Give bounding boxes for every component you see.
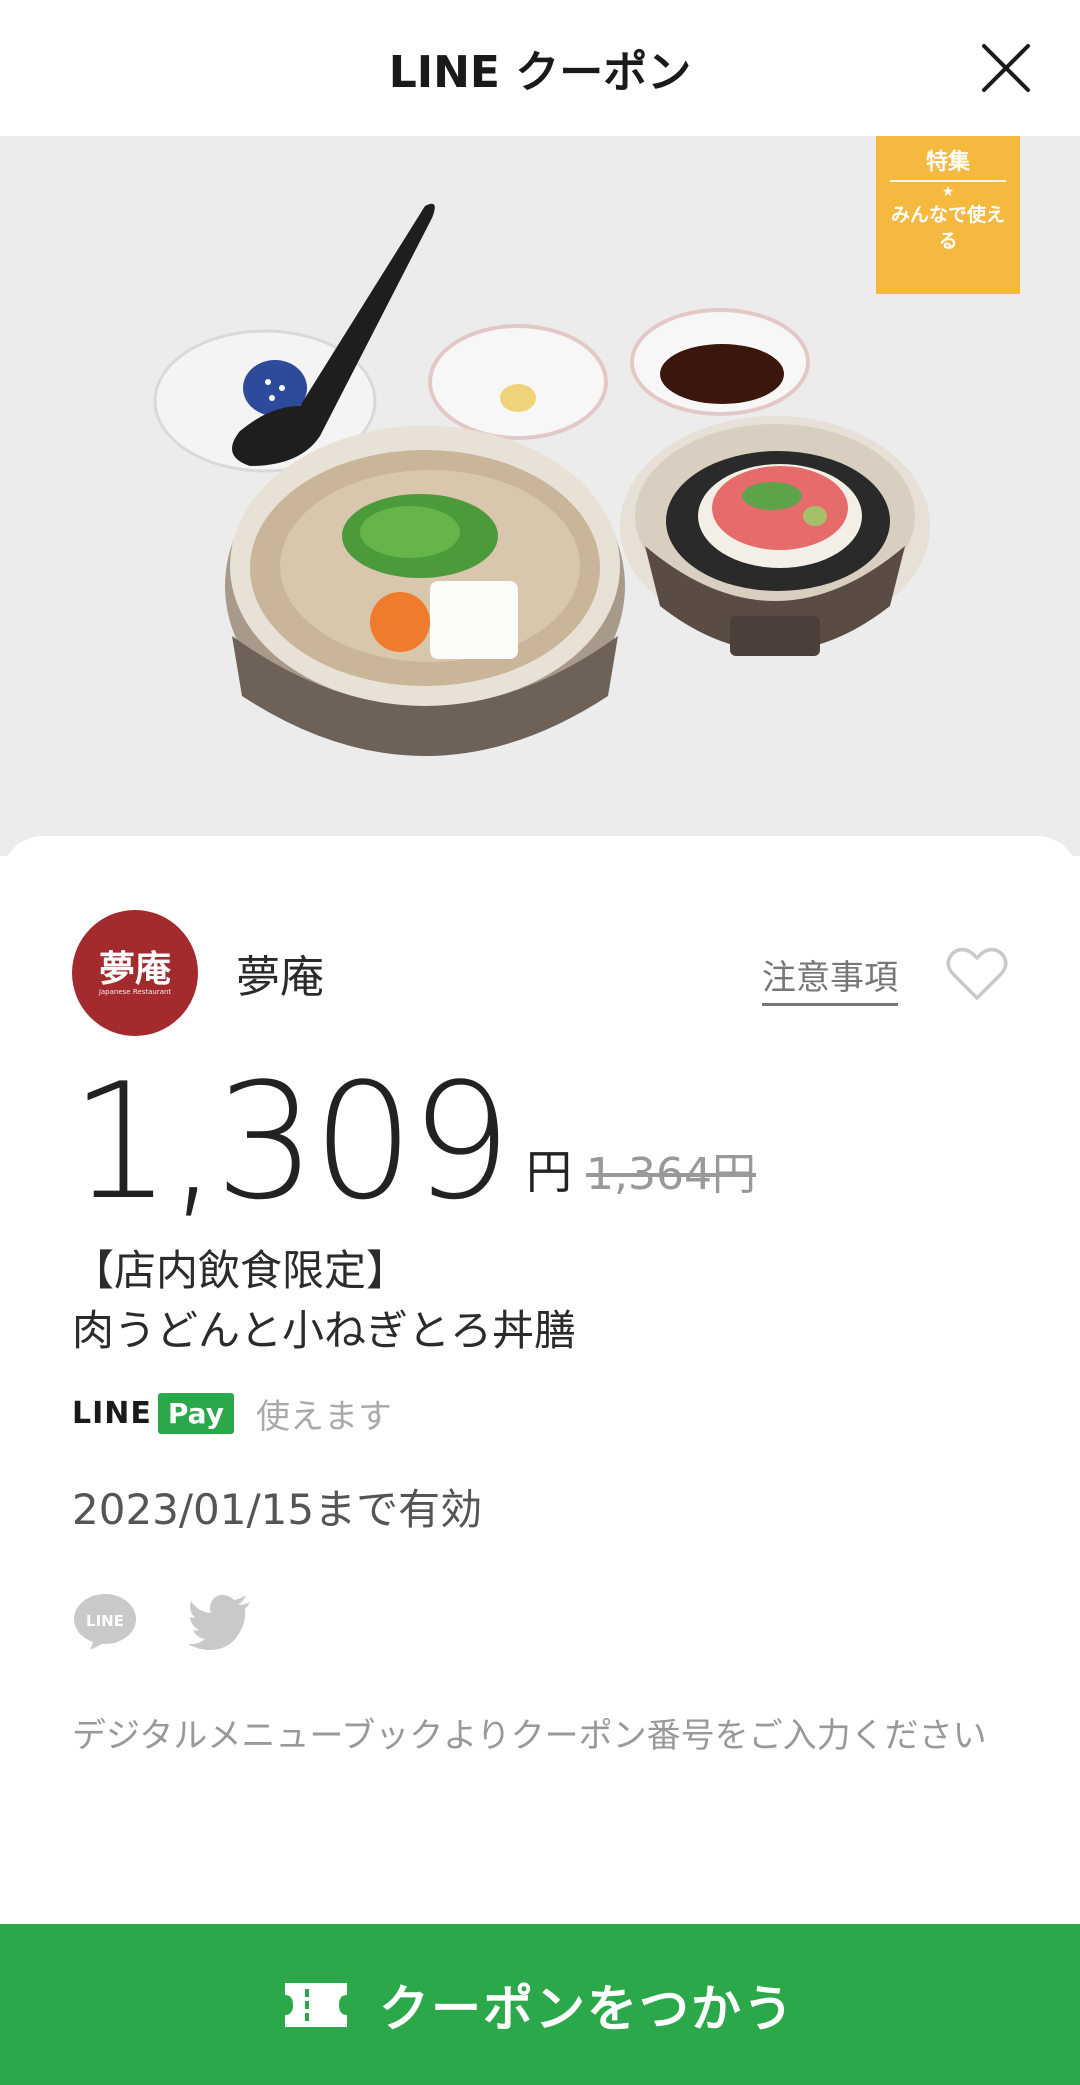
- close-icon[interactable]: [976, 38, 1036, 98]
- badge-line1: 特集: [925, 150, 970, 175]
- price-unit: 円: [526, 1145, 573, 1199]
- original-price: 1,364円: [586, 1149, 757, 1200]
- header-title: LINE クーポン: [388, 47, 692, 98]
- line-pay-logo-text: LINE: [72, 1395, 152, 1431]
- line-share-label: LINE: [86, 1612, 124, 1630]
- validity-date: 2023/01/15まで有効: [72, 1485, 483, 1534]
- badge-line2: みんなで使える: [890, 204, 1005, 252]
- twitter-share-icon[interactable]: [188, 1592, 254, 1652]
- line-pay-status: 使えます: [255, 1396, 392, 1437]
- heart-icon[interactable]: [946, 946, 1008, 1002]
- ticket-icon: [285, 1982, 347, 2027]
- coupon-card: 夢庵 Japanese Restaurant 夢庵 注意事項 1,309 円 1…: [0, 836, 1080, 2085]
- use-coupon-button[interactable]: クーポンをつかう: [0, 1924, 1080, 2085]
- price-row: 1,309 円 1,364円: [70, 1048, 757, 1235]
- badge-star: ★: [890, 180, 1006, 200]
- store-logo: 夢庵 Japanese Restaurant: [72, 910, 198, 1036]
- store-name: 夢庵: [236, 952, 324, 1003]
- instruction-text: デジタルメニューブックよりクーポン番号をご入力ください: [72, 1716, 987, 1756]
- store-logo-text: 夢庵: [98, 948, 171, 990]
- line-share-icon[interactable]: LINE: [72, 1592, 138, 1652]
- notes-link[interactable]: 注意事項: [762, 950, 898, 1006]
- use-coupon-label: クーポンをつかう: [379, 1979, 795, 2038]
- line-pay-badge: Pay: [157, 1392, 234, 1434]
- share-row: LINE: [72, 1592, 254, 1652]
- hero-image: 特集 ★ みんなで使える: [0, 136, 1080, 856]
- app-header: LINE クーポン: [0, 0, 1080, 136]
- coupon-title-line2: 肉うどんと小ねぎとろ丼膳: [72, 1306, 577, 1355]
- coupon-title-line1: 【店内飲食限定】: [72, 1246, 409, 1295]
- line-pay-row: LINE Pay 使えます: [72, 1390, 392, 1437]
- store-row: 夢庵 Japanese Restaurant 夢庵 注意事項: [72, 910, 1008, 1036]
- store-logo-sub: Japanese Restaurant: [98, 988, 172, 996]
- feature-badge: 特集 ★ みんなで使える: [876, 136, 1020, 294]
- price-value: 1,309: [70, 1048, 512, 1235]
